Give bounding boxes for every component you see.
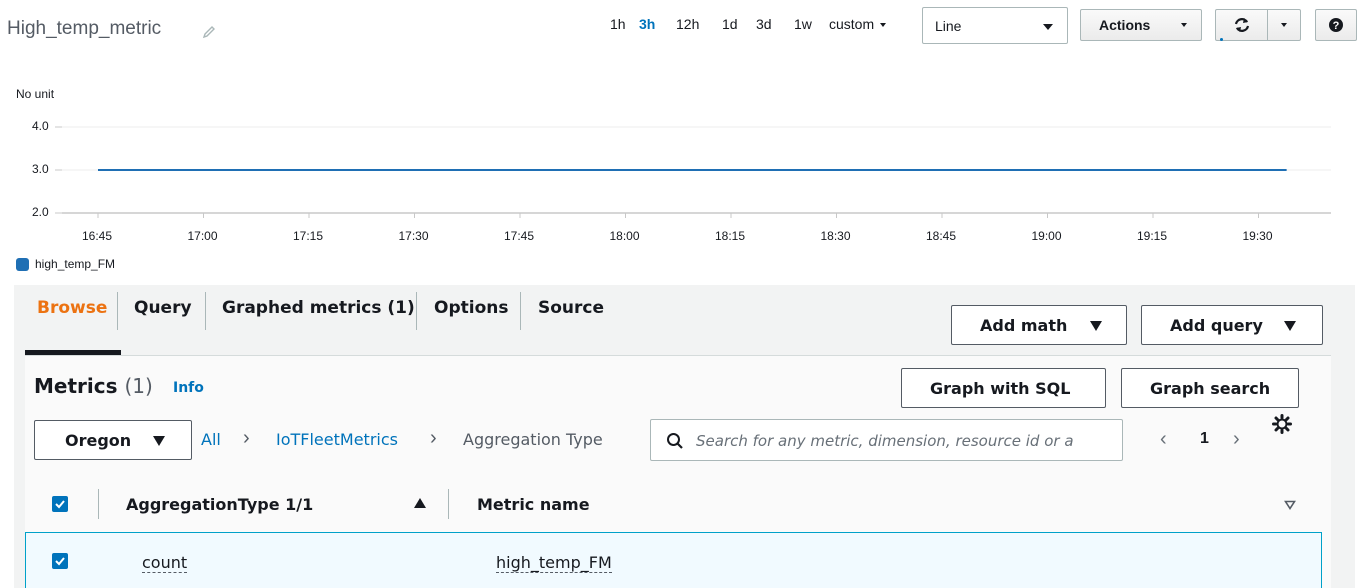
graph-search-button[interactable]: Graph search (1121, 368, 1299, 408)
caret-down-icon (1284, 321, 1296, 331)
x-tick-label: 18:15 (715, 229, 746, 243)
tab-query[interactable]: Query (134, 298, 192, 318)
settings-gear-icon[interactable] (1272, 414, 1292, 434)
y-tick-label: 2.0 (32, 205, 49, 219)
tab-browse[interactable]: Browse (37, 298, 107, 318)
column-header-metric-name[interactable]: Metric name (477, 495, 590, 514)
tab-source[interactable]: Source (538, 298, 604, 318)
time-range-1w[interactable]: 1w (794, 14, 812, 34)
info-link[interactable]: Info (173, 380, 204, 396)
x-tick-label: 19:00 (1031, 229, 1062, 243)
breadcrumb-all[interactable]: All (201, 430, 221, 449)
time-range-custom[interactable]: custom (829, 14, 887, 34)
checkmark-icon (55, 500, 65, 509)
legend-label[interactable]: high_temp_FM (35, 257, 115, 271)
graph-with-sql-button[interactable]: Graph with SQL (901, 368, 1106, 408)
tab-separator (416, 292, 417, 330)
metrics-count: (1) (124, 374, 153, 398)
column-header-aggregation-type[interactable]: AggregationType 1/1 (126, 495, 313, 514)
table-row[interactable] (25, 532, 1322, 588)
time-range-1d[interactable]: 1d (722, 14, 738, 34)
breadcrumb-separator-icon: › (430, 427, 437, 449)
tab-options[interactable]: Options (434, 298, 508, 318)
refresh-button-group[interactable] (1215, 9, 1301, 41)
x-tick-label: 19:15 (1137, 229, 1168, 243)
x-tick-label: 17:00 (187, 229, 218, 243)
row-checkbox[interactable] (52, 553, 68, 569)
checkmark-icon (55, 557, 65, 566)
auto-refresh-indicator (1220, 38, 1223, 41)
legend-swatch (16, 258, 29, 271)
chevron-down-icon (1043, 24, 1053, 30)
x-tick-label: 17:30 (398, 229, 429, 243)
x-tick-label: 18:30 (820, 229, 851, 243)
tab-separator (117, 292, 118, 330)
refresh-icon[interactable] (1232, 16, 1252, 34)
add-math-button[interactable]: Add math (951, 305, 1127, 345)
caret-down-icon (153, 436, 165, 446)
x-tick-label: 19:30 (1242, 229, 1273, 243)
time-range-3d[interactable]: 3d (756, 14, 772, 34)
cell-aggregation-type[interactable]: count (142, 553, 188, 573)
current-page[interactable]: 1 (1200, 430, 1209, 448)
chevron-down-icon (1181, 23, 1187, 27)
x-tick-label: 18:45 (926, 229, 957, 243)
help-icon: ? (1329, 18, 1343, 32)
button-divider (1267, 10, 1268, 40)
time-range-3h[interactable]: 3h (639, 14, 655, 34)
active-tab-indicator (25, 350, 121, 355)
column-separator (448, 489, 449, 519)
search-icon (667, 433, 683, 449)
tab-separator (520, 292, 521, 330)
edit-title-icon[interactable] (201, 24, 217, 40)
x-tick-label: 17:45 (504, 229, 535, 243)
breadcrumb-current: Aggregation Type (463, 430, 603, 449)
tab-graphed-metrics[interactable]: Graphed metrics (1) (222, 298, 415, 318)
breadcrumb-separator-icon: › (243, 427, 250, 449)
y-tick-label: 4.0 (32, 119, 49, 133)
x-tick-label: 17:15 (293, 229, 324, 243)
x-tick-label: 16:45 (82, 229, 113, 243)
caret-down-icon (1090, 321, 1102, 331)
sort-descending-icon[interactable] (1284, 500, 1296, 510)
region-select[interactable]: Oregon (34, 420, 192, 460)
add-query-button[interactable]: Add query (1141, 305, 1323, 345)
svg-text:?: ? (1333, 20, 1340, 32)
metrics-heading: Metrics (1) (34, 374, 153, 398)
tab-separator (205, 292, 206, 330)
breadcrumb-namespace[interactable]: IoTFleetMetrics (276, 430, 398, 449)
time-range-1h[interactable]: 1h (610, 14, 626, 34)
line-chart (55, 126, 1331, 218)
column-separator (98, 489, 99, 519)
cell-metric-name[interactable]: high_temp_FM (496, 553, 612, 573)
previous-page-icon[interactable]: ‹ (1160, 428, 1167, 451)
time-range-12h[interactable]: 12h (676, 14, 699, 34)
graph-title: High_temp_metric (7, 18, 162, 39)
search-placeholder: Search for any metric, dimension, resour… (696, 432, 1074, 450)
refresh-options-icon[interactable] (1281, 23, 1287, 27)
sort-ascending-icon[interactable] (414, 498, 426, 508)
y-tick-label: 3.0 (32, 162, 49, 176)
help-button[interactable]: ? (1315, 9, 1357, 41)
actions-button[interactable]: Actions (1080, 9, 1202, 41)
chart-type-value: Line (935, 18, 962, 34)
x-tick-label: 18:00 (609, 229, 640, 243)
next-page-icon[interactable]: › (1233, 428, 1240, 451)
metric-search-field[interactable]: Search for any metric, dimension, resour… (650, 419, 1123, 461)
select-all-checkbox[interactable] (52, 496, 68, 512)
y-axis-unit-label: No unit (16, 87, 55, 101)
chart-type-select[interactable]: Line (922, 7, 1068, 44)
